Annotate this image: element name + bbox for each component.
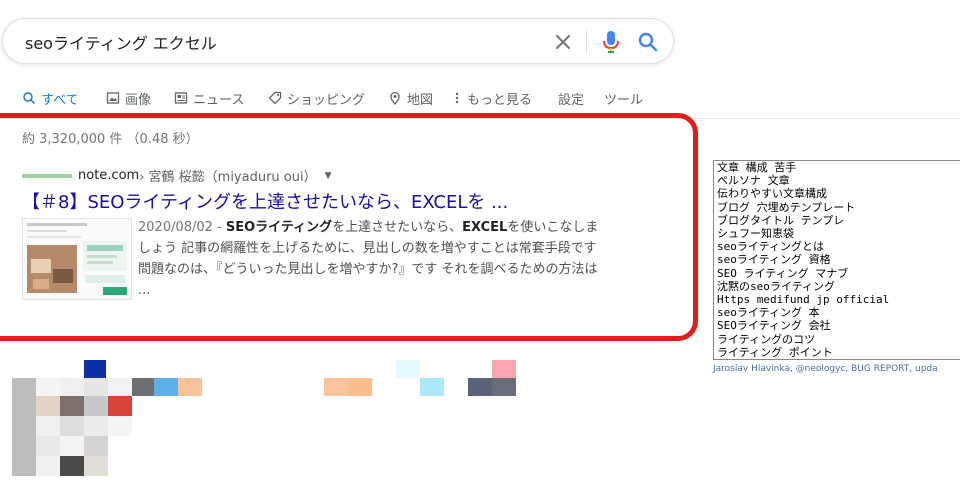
tab-label: 画像	[125, 92, 152, 108]
tabs-divider	[0, 118, 960, 119]
close-icon[interactable]	[552, 31, 574, 53]
search-box[interactable]	[2, 18, 674, 64]
keyword-item[interactable]: ライティングのコツ	[714, 333, 960, 346]
tab-label: ショッピング	[287, 92, 366, 108]
tab-label: もっと見る	[467, 92, 533, 108]
tab-label: 設定	[558, 92, 585, 108]
result-host: note.com	[78, 168, 140, 183]
keyword-item[interactable]: SEOライティング 会社	[714, 319, 960, 332]
keyword-item[interactable]: 文章 構成 苦手	[714, 161, 960, 174]
keyword-item[interactable]: ライティング ポイント	[714, 346, 960, 359]
search-input[interactable]	[25, 30, 525, 54]
result-title-link[interactable]: 【＃8】SEOライティングを上達させたいなら、EXCELを ...	[22, 188, 508, 214]
map-pin-icon	[388, 91, 402, 106]
tab-images[interactable]: 画像	[106, 84, 151, 112]
result-thumbnail[interactable]	[22, 218, 132, 300]
image-icon	[106, 91, 120, 105]
snippet-text: を上達させたいなら、	[332, 220, 463, 235]
tab-label: ツール	[604, 92, 644, 108]
news-icon	[174, 91, 188, 105]
tab-label: 地図	[407, 92, 434, 108]
tab-all[interactable]: すべて	[22, 84, 79, 112]
snippet-date-part: 2020/08/02 -	[138, 220, 226, 235]
search-tabs: すべて 画像 ニュース ショッピング 地図 もっと見る 設定 ツール	[0, 84, 700, 119]
result-cite[interactable]: note.com › 宮鶴 桜懿（miyaduru oui） ▼	[22, 166, 332, 185]
keyword-item[interactable]: ペルソナ 文章	[714, 174, 960, 187]
search-icon	[22, 91, 36, 105]
tab-more[interactable]: もっと見る	[452, 84, 532, 112]
keyword-item[interactable]: seoライティング 本	[714, 306, 960, 319]
caret-down-icon[interactable]: ▼	[325, 171, 332, 181]
keyword-item[interactable]: 伝わりやすい文章構成	[714, 187, 960, 200]
tab-maps[interactable]: 地図	[388, 84, 433, 112]
search-box-divider	[586, 30, 587, 54]
search-icon[interactable]	[636, 30, 660, 54]
microphone-icon[interactable]	[599, 29, 623, 55]
keyword-item[interactable]: 沈黙のseoライティング	[714, 280, 960, 293]
result-stats: 約 3,320,000 件 （0.48 秒）	[22, 132, 199, 147]
snippet-em: EXCEL	[462, 220, 508, 235]
tab-shopping[interactable]: ショッピング	[268, 84, 365, 112]
keyword-suggestion-panel[interactable]: 文章 構成 苦手 ペルソナ 文章 伝わりやすい文章構成 ブログ 穴埋めテンプレー…	[713, 160, 960, 360]
more-vert-icon	[452, 91, 462, 105]
tab-label: すべて	[41, 92, 79, 108]
tab-label: ニュース	[193, 92, 245, 108]
panel-credit: Jaroslav Hlavinka, @neologyc, BUG REPORT…	[713, 364, 938, 374]
tag-icon	[268, 91, 282, 105]
tab-news[interactable]: ニュース	[174, 84, 244, 112]
keyword-item[interactable]: ブログ 穴埋めテンプレート	[714, 201, 960, 214]
tab-settings[interactable]: 設定	[558, 84, 584, 112]
site-favicon-bar	[22, 173, 72, 178]
keyword-item[interactable]: SEO ライティング マナブ	[714, 267, 960, 280]
keyword-item[interactable]: seoライティング 資格	[714, 253, 960, 266]
keyword-item[interactable]: seoライティングとは	[714, 240, 960, 253]
snippet-em: SEOライティング	[225, 220, 333, 235]
result-breadcrumb: › 宮鶴 桜懿（miyaduru oui）	[139, 170, 317, 185]
tab-tools[interactable]: ツール	[604, 84, 643, 112]
result-snippet: 2020/08/02 - SEOライティングを上達させたいなら、EXCELを使い…	[138, 217, 608, 301]
keyword-item[interactable]: シュフー知恵袋	[714, 227, 960, 240]
keyword-item[interactable]: Https medifund jp official	[714, 293, 960, 306]
keyword-item[interactable]: ブログタイトル テンプレ	[714, 214, 960, 227]
